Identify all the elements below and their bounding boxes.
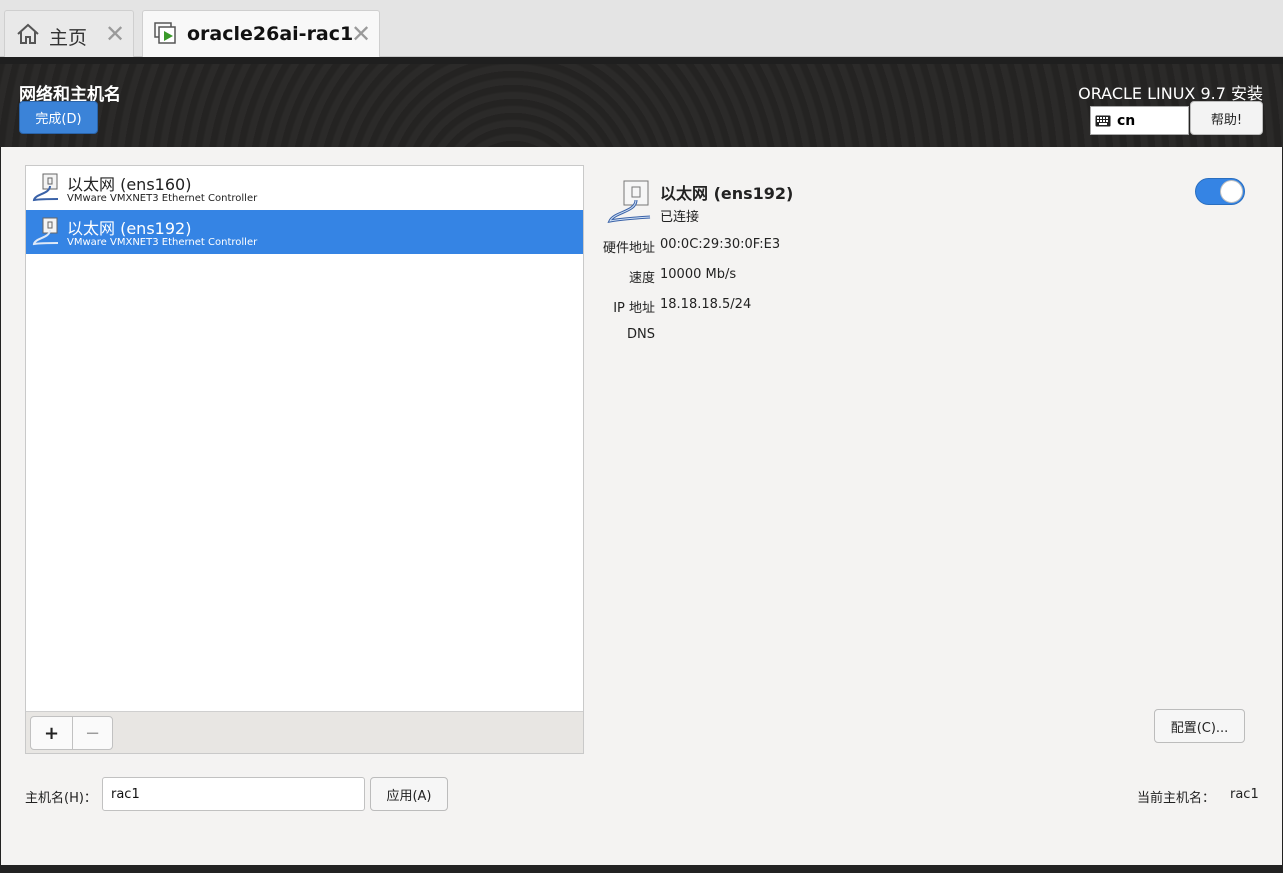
device-enable-toggle[interactable] bbox=[1195, 178, 1245, 205]
home-icon bbox=[17, 23, 39, 44]
property-label: 硬件地址 bbox=[602, 241, 655, 256]
installer-window: 网络和主机名 完成(D) ORACLE LINUX 9.7 安装 cn 帮助! bbox=[0, 64, 1283, 873]
network-name: 以太网 (ens160) bbox=[67, 175, 192, 194]
property-hardware-address: 硬件地址 00:0C:29:30:0F:E3 bbox=[561, 237, 1061, 256]
list-item[interactable]: 以太网 (ens160) VMware VMXNET3 Ethernet Con… bbox=[26, 166, 583, 210]
keyboard-layout-indicator[interactable]: cn bbox=[1090, 106, 1189, 135]
apply-button[interactable]: 应用(A) bbox=[370, 777, 448, 811]
tab-vm[interactable]: oracle26ai-rac1 ✕ bbox=[142, 10, 380, 57]
ethernet-icon bbox=[32, 217, 59, 246]
property-value: 10000 Mb/s bbox=[660, 267, 737, 282]
property-dns: DNS bbox=[561, 327, 1061, 345]
done-button[interactable]: 完成(D) bbox=[19, 101, 98, 134]
close-icon[interactable]: ✕ bbox=[105, 22, 125, 46]
property-label: IP 地址 bbox=[613, 301, 655, 316]
property-value: 18.18.18.5/24 bbox=[660, 297, 752, 312]
ethernet-icon bbox=[607, 180, 651, 224]
property-label: DNS bbox=[627, 327, 655, 342]
network-description: VMware VMXNET3 Ethernet Controller bbox=[67, 237, 258, 248]
hostname-input[interactable] bbox=[102, 777, 365, 811]
network-name: 以太网 (ens192) bbox=[67, 219, 192, 238]
tab-bar: 主页 ✕ oracle26ai-rac1 ✕ bbox=[0, 0, 1283, 57]
toggle-knob bbox=[1220, 180, 1243, 203]
vm-running-icon bbox=[154, 22, 176, 44]
current-hostname-value: rac1 bbox=[1230, 787, 1259, 802]
spoke-content: 以太网 (ens160) VMware VMXNET3 Ethernet Con… bbox=[1, 147, 1282, 865]
tab-home-label: 主页 bbox=[49, 27, 88, 49]
tab-home[interactable]: 主页 ✕ bbox=[4, 10, 134, 57]
device-name: 以太网 (ens192) bbox=[660, 184, 794, 203]
add-device-button[interactable]: + bbox=[30, 716, 73, 750]
remove-device-button[interactable]: − bbox=[72, 716, 113, 750]
help-button[interactable]: 帮助! bbox=[1190, 101, 1263, 135]
keyboard-icon bbox=[1095, 115, 1111, 126]
list-item[interactable]: 以太网 (ens192) VMware VMXNET3 Ethernet Con… bbox=[26, 210, 583, 254]
ethernet-icon bbox=[32, 173, 59, 202]
keyboard-layout-label: cn bbox=[1117, 112, 1136, 129]
network-description: VMware VMXNET3 Ethernet Controller bbox=[67, 193, 258, 204]
property-speed: 速度 10000 Mb/s bbox=[561, 267, 1061, 286]
property-ip-address: IP 地址 18.18.18.5/24 bbox=[561, 297, 1061, 316]
hostname-label: 主机名(H)： bbox=[25, 791, 97, 806]
network-device-list: 以太网 (ens160) VMware VMXNET3 Ethernet Con… bbox=[25, 165, 584, 754]
property-label: 速度 bbox=[628, 271, 655, 286]
tab-vm-label: oracle26ai-rac1 bbox=[187, 23, 354, 45]
list-toolbar: + − bbox=[26, 711, 583, 753]
spoke-header: 网络和主机名 完成(D) ORACLE LINUX 9.7 安装 cn 帮助! bbox=[0, 64, 1283, 147]
property-value: 00:0C:29:30:0F:E3 bbox=[660, 237, 781, 252]
current-hostname-label: 当前主机名： bbox=[1137, 791, 1216, 806]
device-status: 已连接 bbox=[660, 210, 700, 225]
close-icon[interactable]: ✕ bbox=[351, 22, 371, 46]
configure-button[interactable]: 配置(C)... bbox=[1154, 709, 1245, 743]
